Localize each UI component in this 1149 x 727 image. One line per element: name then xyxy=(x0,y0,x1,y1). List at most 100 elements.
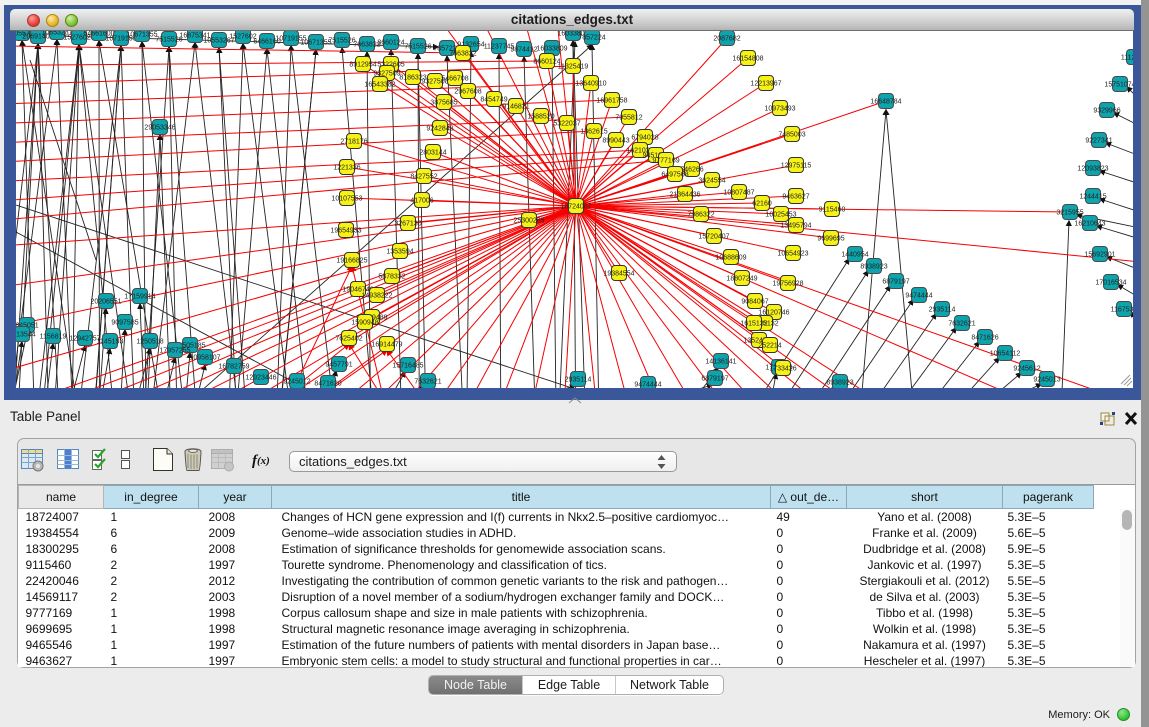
svg-text:2967608: 2967608 xyxy=(454,89,481,96)
svg-text:1733426: 1733426 xyxy=(769,366,796,373)
svg-text:19756928: 19756928 xyxy=(772,281,803,288)
svg-text:17957255: 17957255 xyxy=(159,348,190,355)
svg-text:9874412: 9874412 xyxy=(510,47,537,54)
svg-text:12093823: 12093823 xyxy=(1077,166,1108,173)
svg-text:6879197: 6879197 xyxy=(882,279,909,286)
svg-text:2087682: 2087682 xyxy=(713,36,740,43)
svg-text:7986322: 7986322 xyxy=(687,212,714,219)
svg-text:8990443: 8990443 xyxy=(602,138,629,145)
svg-text:17159914: 17159914 xyxy=(124,294,155,301)
svg-text:1244415: 1244415 xyxy=(1079,194,1106,201)
svg-text:19166825: 19166825 xyxy=(336,258,367,265)
svg-text:1440954: 1440954 xyxy=(841,252,868,259)
svg-text:10107553: 10107553 xyxy=(331,196,362,203)
svg-text:12923446: 12923446 xyxy=(245,375,276,382)
svg-text:15692901: 15692901 xyxy=(1084,252,1115,259)
svg-text:7857224: 7857224 xyxy=(578,35,605,42)
svg-text:8660124: 8660124 xyxy=(533,59,560,66)
svg-text:3875685: 3875685 xyxy=(430,100,457,107)
svg-text:9242848: 9242848 xyxy=(426,126,453,133)
svg-text:2718176: 2718176 xyxy=(340,139,367,146)
svg-text:18807249: 18807249 xyxy=(726,276,757,283)
svg-text:7632621: 7632621 xyxy=(948,321,975,328)
svg-text:7515526: 7515526 xyxy=(404,44,431,51)
svg-text:5878332: 5878332 xyxy=(378,274,405,281)
svg-text:10973493: 10973493 xyxy=(764,106,795,113)
svg-text:16782759: 16782759 xyxy=(218,364,249,371)
svg-text:7632621: 7632621 xyxy=(414,379,441,386)
svg-text:9245013: 9245013 xyxy=(1033,377,1060,384)
svg-text:9146821: 9146821 xyxy=(502,104,529,111)
svg-text:3215955: 3215955 xyxy=(1056,210,1083,217)
svg-text:8938923: 8938923 xyxy=(860,264,887,271)
svg-text:11325419: 11325419 xyxy=(558,64,589,71)
svg-text:62160: 62160 xyxy=(752,201,772,208)
svg-text:10654112: 10654112 xyxy=(990,351,1021,358)
svg-text:3267130: 3267130 xyxy=(394,221,421,228)
svg-text:10654923: 10654923 xyxy=(777,251,808,258)
svg-text:10958107: 10958107 xyxy=(189,355,220,362)
svg-text:9084067: 9084067 xyxy=(741,299,768,306)
svg-text:1590948: 1590948 xyxy=(351,320,378,327)
svg-text:2935114: 2935114 xyxy=(565,377,592,384)
svg-text:1353594: 1353594 xyxy=(386,249,413,256)
svg-text:15751074: 15751074 xyxy=(1104,82,1133,89)
svg-text:14136141: 14136141 xyxy=(705,359,736,366)
svg-text:1588520: 1588520 xyxy=(527,114,554,121)
svg-text:9227341: 9227341 xyxy=(1085,138,1112,145)
svg-text:9463627: 9463627 xyxy=(782,194,809,201)
svg-text:9245012: 9245012 xyxy=(283,379,310,386)
svg-text:16648784: 16648784 xyxy=(870,99,901,106)
svg-text:9329966: 9329966 xyxy=(1093,108,1120,115)
svg-text:8912954: 8912954 xyxy=(349,62,376,69)
svg-text:12213967: 12213967 xyxy=(750,81,781,88)
svg-text:18724007: 18724007 xyxy=(560,204,591,211)
svg-text:16914479: 16914479 xyxy=(371,342,402,349)
svg-text:16033809: 16033809 xyxy=(536,46,567,53)
svg-text:19384554: 19384554 xyxy=(603,271,634,278)
svg-text:8313544: 8313544 xyxy=(16,332,36,339)
svg-text:9474444: 9474444 xyxy=(634,382,661,389)
svg-text:252214: 252214 xyxy=(758,343,781,350)
svg-text:8454749: 8454749 xyxy=(480,97,507,104)
svg-text:12975115: 12975115 xyxy=(781,163,812,170)
svg-text:9699695: 9699695 xyxy=(817,236,844,243)
svg-text:7663822: 7663822 xyxy=(449,51,476,58)
svg-text:16961758: 16961758 xyxy=(596,98,627,105)
svg-text:1145193: 1145193 xyxy=(97,339,124,346)
svg-text:10671355: 10671355 xyxy=(126,32,157,39)
svg-text:417006: 417006 xyxy=(410,198,433,205)
svg-text:13640910: 13640910 xyxy=(575,81,606,88)
svg-text:7955812: 7955812 xyxy=(615,115,642,122)
svg-text:9115460: 9115460 xyxy=(819,207,846,214)
svg-text:20206551: 20206551 xyxy=(90,299,121,306)
svg-text:10807487: 10807487 xyxy=(723,190,754,197)
svg-text:2803144: 2803144 xyxy=(419,150,446,157)
svg-text:1362615: 1362615 xyxy=(580,129,607,136)
svg-text:6794028: 6794028 xyxy=(631,135,658,142)
svg-text:9245612: 9245612 xyxy=(1013,366,1040,373)
svg-text:16543382: 16543382 xyxy=(364,82,395,89)
svg-text:1221336: 1221336 xyxy=(333,165,360,172)
svg-text:29053346: 29053346 xyxy=(144,125,175,132)
svg-text:1615132: 1615132 xyxy=(740,321,767,328)
svg-text:1112457: 1112457 xyxy=(1121,55,1133,62)
svg-text:9474444: 9474444 xyxy=(905,293,932,300)
svg-text:25300265: 25300265 xyxy=(513,218,544,225)
svg-text:6497568: 6497568 xyxy=(661,172,688,179)
svg-text:16154808: 16154808 xyxy=(732,56,763,63)
svg-text:3624554: 3624554 xyxy=(698,178,725,185)
svg-text:7515526: 7515526 xyxy=(328,38,355,45)
svg-text:2935114: 2935114 xyxy=(929,307,956,314)
svg-text:8471626: 8471626 xyxy=(971,335,998,342)
svg-text:21364436: 21364436 xyxy=(669,192,700,199)
svg-text:1250518: 1250518 xyxy=(136,339,163,346)
svg-text:9777169: 9777169 xyxy=(652,158,679,165)
svg-text:8660124: 8660124 xyxy=(377,40,404,47)
svg-text:5322037: 5322037 xyxy=(553,121,580,128)
svg-text:7625402: 7625402 xyxy=(335,336,362,343)
svg-text:1156819: 1156819 xyxy=(40,334,67,341)
svg-text:8427552: 8427552 xyxy=(410,174,437,181)
svg-text:5466708: 5466708 xyxy=(441,76,468,83)
svg-text:10688609: 10688609 xyxy=(715,255,746,262)
